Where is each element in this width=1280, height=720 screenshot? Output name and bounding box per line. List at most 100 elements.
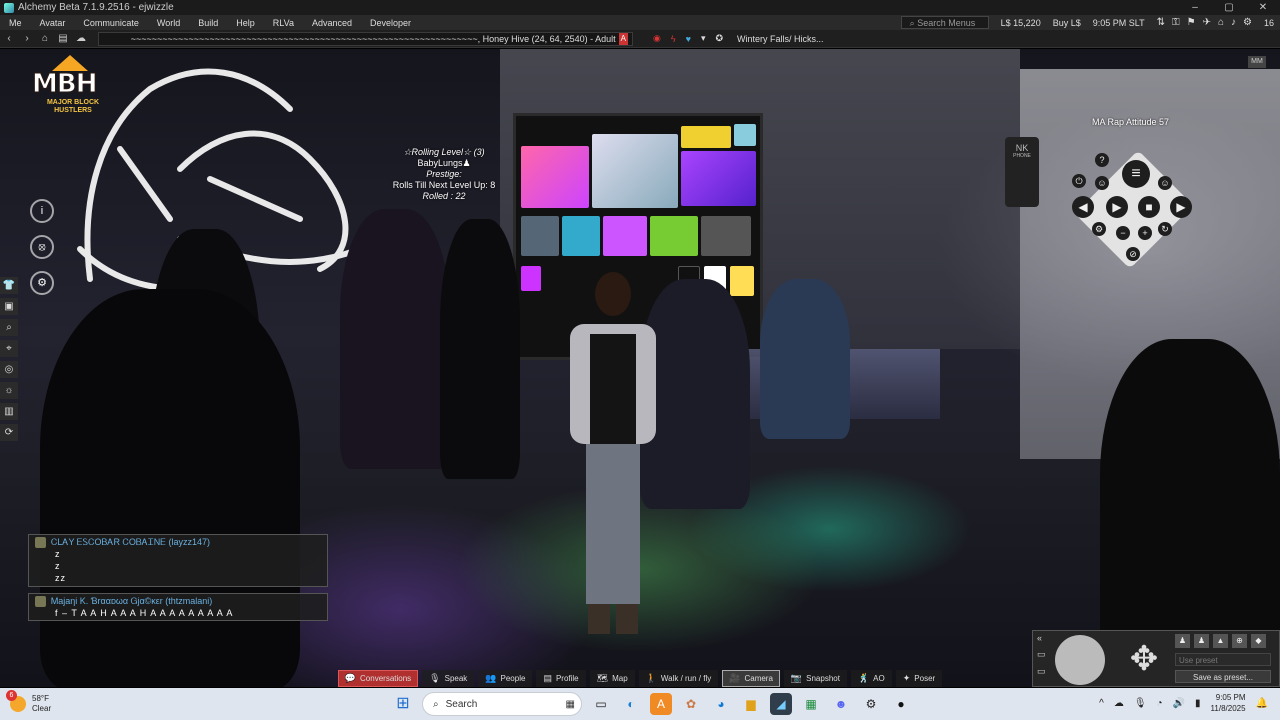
- menu-avatar[interactable]: Avatar: [31, 18, 75, 28]
- map-button[interactable]: 🗺 Map: [589, 669, 635, 687]
- volume-down-icon[interactable]: −: [1116, 226, 1130, 240]
- eye-icon[interactable]: ◉: [653, 33, 661, 44]
- task-view-icon[interactable]: ▭: [590, 693, 612, 715]
- nk-phone-hud[interactable]: NK PHONE: [1005, 137, 1039, 207]
- preset-object-icon[interactable]: ◆: [1251, 634, 1266, 648]
- favorites-landmark[interactable]: Wintery Falls/ Hicks...: [737, 34, 824, 44]
- menu-me[interactable]: Me: [0, 18, 31, 28]
- collapse-arrows-icon[interactable]: «: [1037, 633, 1046, 643]
- volume-icon[interactable]: ♪: [1231, 17, 1236, 28]
- flag-icon[interactable]: ⚑: [1187, 17, 1196, 28]
- close-button[interactable]: ✕: [1246, 2, 1280, 13]
- speaker-icon[interactable]: 🔊: [1173, 698, 1185, 709]
- script-icon[interactable]: ϟ: [671, 34, 676, 44]
- menu-help[interactable]: Help: [227, 18, 264, 28]
- camera-mode-icon[interactable]: ▭: [1037, 649, 1046, 660]
- preset-select[interactable]: Use preset: [1175, 653, 1271, 666]
- menu-world[interactable]: World: [148, 18, 189, 28]
- settings-icon[interactable]: ⚙: [1092, 222, 1106, 236]
- notifications-bell-icon[interactable]: 🔔: [1256, 698, 1268, 709]
- menu-build[interactable]: Build: [189, 18, 227, 28]
- chat-toast[interactable]: Ꮇajaηi K. Ɓrααᴅωα Ꮐjα©κεr (thtzmalani) f…: [28, 593, 328, 621]
- lock-icon[interactable]: ⚿: [1172, 17, 1180, 28]
- mute-icon[interactable]: ⊘: [1126, 247, 1140, 261]
- chat-toast[interactable]: ᏟLᎪY ᎬᏚᏟOᏴᎪR ᏟOᏴᎪᏆNᎬ (layzz147) z z zz: [28, 534, 328, 587]
- weather-widget[interactable]: 6 58°F Clear: [6, 690, 51, 714]
- chevron-down-icon[interactable]: ▾: [701, 33, 706, 44]
- settings-gear-icon[interactable]: ⚙: [1243, 17, 1252, 28]
- hud-circle-icon[interactable]: i: [30, 199, 54, 223]
- hud-circle-icon[interactable]: ⦻: [30, 235, 54, 259]
- people-button[interactable]: 👥 People: [478, 669, 533, 687]
- preset-mouselook-icon[interactable]: ⊕: [1232, 634, 1247, 648]
- menu-communicate[interactable]: Communicate: [74, 18, 148, 28]
- volume-up-icon[interactable]: +: [1138, 226, 1152, 240]
- refresh-icon[interactable]: ↻: [1158, 222, 1172, 236]
- preset-side-icon[interactable]: ♟: [1194, 634, 1209, 648]
- menu-search-input[interactable]: ⌕ Search Menus: [900, 16, 989, 29]
- favorites-bulb-icon[interactable]: ✪: [716, 33, 724, 44]
- inventory-icon[interactable]: ▣: [0, 298, 18, 315]
- heart-icon[interactable]: ♥: [686, 34, 691, 44]
- buy-currency-button[interactable]: Buy L$: [1053, 18, 1081, 28]
- world-viewport[interactable]: MBH MAJOR BLOCK HUSTLERS i ⦻ ⚙ ☆Rolling …: [0, 49, 1280, 687]
- walk-run-fly-button[interactable]: 🚶 Walk / run / fly: [638, 669, 719, 687]
- app-circle-icon[interactable]: ●: [890, 693, 912, 715]
- edge-browser-icon[interactable]: ◐: [620, 693, 642, 715]
- landmark-icon[interactable]: ▤: [54, 33, 72, 44]
- system-clock[interactable]: 9:05 PM 11/8/2025: [1211, 692, 1246, 714]
- microphone-icon[interactable]: 🎙: [1134, 698, 1147, 709]
- corner-chip[interactable]: MM: [1248, 56, 1266, 68]
- speak-button[interactable]: 🎙 Speak: [422, 669, 475, 687]
- maximize-button[interactable]: ▢: [1212, 2, 1246, 13]
- copilot-icon[interactable]: ✿: [680, 693, 702, 715]
- camera-button[interactable]: 🎥 Camera: [722, 669, 780, 687]
- hud-circle-icon[interactable]: ⚙: [30, 271, 54, 295]
- user-icon[interactable]: ☺: [1158, 176, 1172, 190]
- menu-hamburger-icon[interactable]: ≡: [1122, 160, 1150, 188]
- previous-icon[interactable]: ◀: [1072, 196, 1094, 218]
- search-icon[interactable]: ⌕: [0, 319, 18, 336]
- poser-button[interactable]: ✦ Poser: [895, 669, 943, 687]
- camera-presets-icon[interactable]: ⟳: [0, 424, 18, 441]
- no-fly-icon[interactable]: ✈: [1203, 17, 1211, 28]
- conversations-button[interactable]: 💬 Conversations: [337, 669, 419, 687]
- next-icon[interactable]: ▶: [1170, 196, 1192, 218]
- build-icon[interactable]: ▥: [0, 403, 18, 420]
- viewer-icon[interactable]: ◢: [770, 693, 792, 715]
- home-icon[interactable]: ⌂: [36, 33, 54, 44]
- user-icon[interactable]: ☺: [1095, 176, 1109, 190]
- menu-rlva[interactable]: RLVa: [264, 18, 303, 28]
- no-build-icon[interactable]: ⌂: [1218, 17, 1224, 28]
- back-arrow-icon[interactable]: ‹: [0, 33, 18, 44]
- ao-button[interactable]: 🕺 AO: [850, 669, 892, 687]
- snapshot-button[interactable]: 📷 Snapshot: [783, 669, 847, 687]
- environment-icon[interactable]: ☼: [0, 382, 18, 399]
- menu-advanced[interactable]: Advanced: [303, 18, 361, 28]
- play-icon[interactable]: ▶: [1106, 196, 1128, 218]
- spreadsheet-icon[interactable]: ▦: [800, 693, 822, 715]
- discord-icon[interactable]: ☻: [830, 693, 852, 715]
- wifi-icon[interactable]: ◔: [1157, 698, 1163, 709]
- windows-start-icon[interactable]: ⊞: [392, 693, 414, 715]
- edge-icon[interactable]: ◕: [710, 693, 732, 715]
- nav-status-icon[interactable]: ⇅: [1157, 17, 1165, 28]
- settings-icon[interactable]: ⚙: [860, 693, 882, 715]
- forward-arrow-icon[interactable]: ›: [18, 33, 36, 44]
- file-explorer-icon[interactable]: ▆: [740, 693, 762, 715]
- power-icon[interactable]: ⏻: [1072, 174, 1086, 188]
- places-icon[interactable]: ⌖: [0, 340, 18, 357]
- preset-front-icon[interactable]: ▲: [1213, 634, 1228, 648]
- chevron-up-icon[interactable]: ^: [1099, 698, 1104, 709]
- profile-button[interactable]: ▤ Profile: [536, 669, 586, 687]
- appearance-shirt-icon[interactable]: 👕: [0, 277, 18, 294]
- taskbar-search[interactable]: ⌕ Search ▦: [422, 692, 582, 716]
- help-icon[interactable]: ?: [1095, 153, 1109, 167]
- location-field[interactable]: ~~~~~~~~~~~~~~~~~~~~~~~~~~~~~~~~~~~~~~~~…: [98, 31, 633, 46]
- minimize-button[interactable]: –: [1178, 2, 1212, 13]
- alchemy-app-icon[interactable]: A: [650, 693, 672, 715]
- preset-rear-icon[interactable]: ♟: [1175, 634, 1190, 648]
- stop-icon[interactable]: ■: [1138, 196, 1160, 218]
- battery-icon[interactable]: ▮: [1195, 698, 1201, 709]
- menu-developer[interactable]: Developer: [361, 18, 420, 28]
